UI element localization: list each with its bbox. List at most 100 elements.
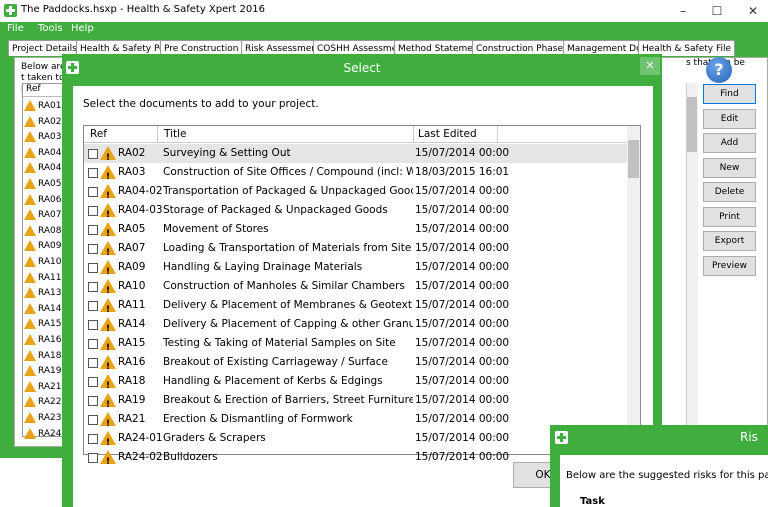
export-button[interactable]: Export <box>703 231 756 251</box>
row-ref: RA09 <box>118 261 146 273</box>
row-checkbox[interactable] <box>88 396 98 406</box>
row-checkbox[interactable] <box>88 377 98 387</box>
row-checkbox[interactable] <box>88 206 98 216</box>
preview-button[interactable]: Preview <box>703 255 756 276</box>
document-row[interactable]: RA07 Loading & Transportation of Material… <box>84 239 627 263</box>
document-row[interactable]: RA05 Movement of Stores 15/07/2014 00:00 <box>84 220 627 244</box>
risk-list-item[interactable]: RA04.. <box>24 160 67 177</box>
risk-list-item[interactable]: RA08 <box>24 223 62 240</box>
row-title: Handling & Placement of Kerbs & Edgings <box>163 375 383 387</box>
risk-list-item-ref: RA10 <box>38 257 62 267</box>
row-title: Graders & Scrapers <box>163 432 266 444</box>
document-row[interactable]: RA10 Construction of Manholes & Similar C… <box>84 277 627 301</box>
document-row[interactable]: RA04-03Storage of Packaged & Unpackaged … <box>84 201 627 225</box>
risk-list-item[interactable]: RA02 <box>24 114 62 131</box>
row-checkbox[interactable] <box>88 168 98 178</box>
help-icon[interactable]: ? <box>706 57 732 83</box>
maximize-button[interactable]: ☐ <box>702 2 732 20</box>
risk-list-item[interactable]: RA11 <box>24 270 62 287</box>
find-button[interactable]: Find <box>703 84 756 104</box>
risk-list-item[interactable]: RA16 <box>24 332 62 349</box>
row-checkbox[interactable] <box>88 263 98 273</box>
row-checkbox[interactable] <box>88 320 98 330</box>
document-row[interactable]: RA02 Surveying & Setting Out 15/07/2014 00… <box>84 144 627 168</box>
menu-tools[interactable]: Tools <box>38 23 63 34</box>
risks-task-label: Task <box>580 496 605 507</box>
document-row[interactable]: RA09 Handling & Laying Drainage Materials… <box>84 258 627 282</box>
row-checkbox[interactable] <box>88 282 98 292</box>
document-row[interactable]: RA04-02Transportation of Packaged & Unpa… <box>84 182 627 206</box>
warning-icon <box>100 222 116 244</box>
document-row[interactable]: RA19 Breakout & Erection of Barriers, Str… <box>84 391 627 415</box>
risk-list-item[interactable]: RA10 <box>24 254 62 271</box>
new-button[interactable]: New <box>703 157 756 178</box>
risk-list-item[interactable]: RA14 <box>24 301 62 318</box>
document-row[interactable]: RA14 Delivery & Placement of Capping & ot… <box>84 315 627 339</box>
risk-list-item-ref: RA06 <box>38 194 62 205</box>
risk-list-item[interactable]: RA19 <box>24 363 62 380</box>
risk-list-item[interactable]: RA01 <box>24 98 62 115</box>
risk-list-item[interactable]: RA24 <box>24 426 62 443</box>
print-button[interactable]: Print <box>703 206 756 227</box>
grid-scroll-thumb[interactable] <box>628 140 639 178</box>
row-checkbox[interactable] <box>88 358 98 368</box>
warning-icon <box>24 115 36 127</box>
document-row[interactable]: RA21 Erection & Dismantling of Formwork 15… <box>84 410 627 434</box>
column-separator[interactable] <box>497 126 498 143</box>
document-row[interactable]: RA15 Testing & Taking of Material Samples… <box>84 334 627 358</box>
row-ref: RA04-03 <box>118 204 163 216</box>
risk-list-item[interactable]: RA07 <box>24 207 62 224</box>
risk-list-item[interactable]: RA09 <box>24 238 62 255</box>
row-checkbox[interactable] <box>88 415 98 425</box>
column-header-ref[interactable]: Ref <box>90 128 107 140</box>
risk-list-item[interactable]: RA04.. <box>24 145 67 162</box>
risk-list-item-ref: RA23 <box>38 413 62 423</box>
document-row[interactable]: RA11 Delivery & Placement of Membranes & … <box>84 296 627 320</box>
warning-icon <box>100 355 116 377</box>
risk-list-item[interactable]: RA05 <box>24 176 62 193</box>
row-checkbox[interactable] <box>88 225 98 235</box>
row-checkbox[interactable] <box>88 149 98 159</box>
row-ref: RA18 <box>118 375 146 387</box>
close-window-button[interactable]: ✕ <box>738 2 768 20</box>
column-separator[interactable] <box>413 126 414 143</box>
row-checkbox[interactable] <box>88 453 98 463</box>
risk-list-item[interactable]: RA03 <box>24 129 62 146</box>
risk-list-item[interactable]: RA21 <box>24 379 62 396</box>
row-checkbox[interactable] <box>88 244 98 254</box>
document-row[interactable]: RA16 Breakout of Existing Carriageway / S… <box>84 353 627 377</box>
row-checkbox[interactable] <box>88 434 98 444</box>
risk-list-item[interactable]: RA22 <box>24 394 62 411</box>
window-title: The Paddocks.hsxp - Health & Safety Xper… <box>21 4 265 15</box>
row-title: Breakout of Existing Carriageway / Surfa… <box>163 356 388 368</box>
row-ref: RA05 <box>118 223 146 235</box>
add-button[interactable]: Add <box>703 133 756 153</box>
menu-help[interactable]: Help <box>71 23 94 34</box>
minimize-button[interactable]: – <box>668 2 698 20</box>
select-dialog-close-button[interactable]: ✕ <box>640 57 660 75</box>
row-ref: RA16 <box>118 356 146 368</box>
column-header-title[interactable]: Title <box>164 128 187 140</box>
document-row[interactable]: RA18 Handling & Placement of Kerbs & Edgi… <box>84 372 627 396</box>
risk-list-scroll-thumb[interactable] <box>687 97 697 152</box>
delete-button[interactable]: Delete <box>703 182 756 202</box>
edit-button[interactable]: Edit <box>703 108 756 129</box>
risk-list-item-ref: RA18 <box>38 350 62 361</box>
row-checkbox[interactable] <box>88 301 98 311</box>
menu-file[interactable]: File <box>7 23 24 34</box>
document-row[interactable]: RA24-01Graders & Scrapers 15/07/2014 00:0… <box>84 429 627 453</box>
warning-icon <box>24 271 36 283</box>
row-title: Loading & Transportation of Materials fr… <box>163 242 412 254</box>
risk-list-item[interactable]: RA23 <box>24 410 62 427</box>
row-checkbox[interactable] <box>88 339 98 349</box>
warning-icon <box>100 279 116 301</box>
column-header-last-edited[interactable]: Last Edited <box>418 128 477 140</box>
document-row[interactable]: RA03 Construction of Site Offices / Compo… <box>84 163 627 187</box>
risk-list-item[interactable]: RA18 <box>24 348 62 365</box>
row-checkbox[interactable] <box>88 187 98 197</box>
risk-list-item[interactable]: RA15 <box>24 316 62 333</box>
column-separator[interactable] <box>157 126 158 143</box>
warning-icon <box>24 396 36 408</box>
risk-list-item[interactable]: RA13 <box>24 285 62 302</box>
risk-list-item[interactable]: RA06 <box>24 192 62 209</box>
